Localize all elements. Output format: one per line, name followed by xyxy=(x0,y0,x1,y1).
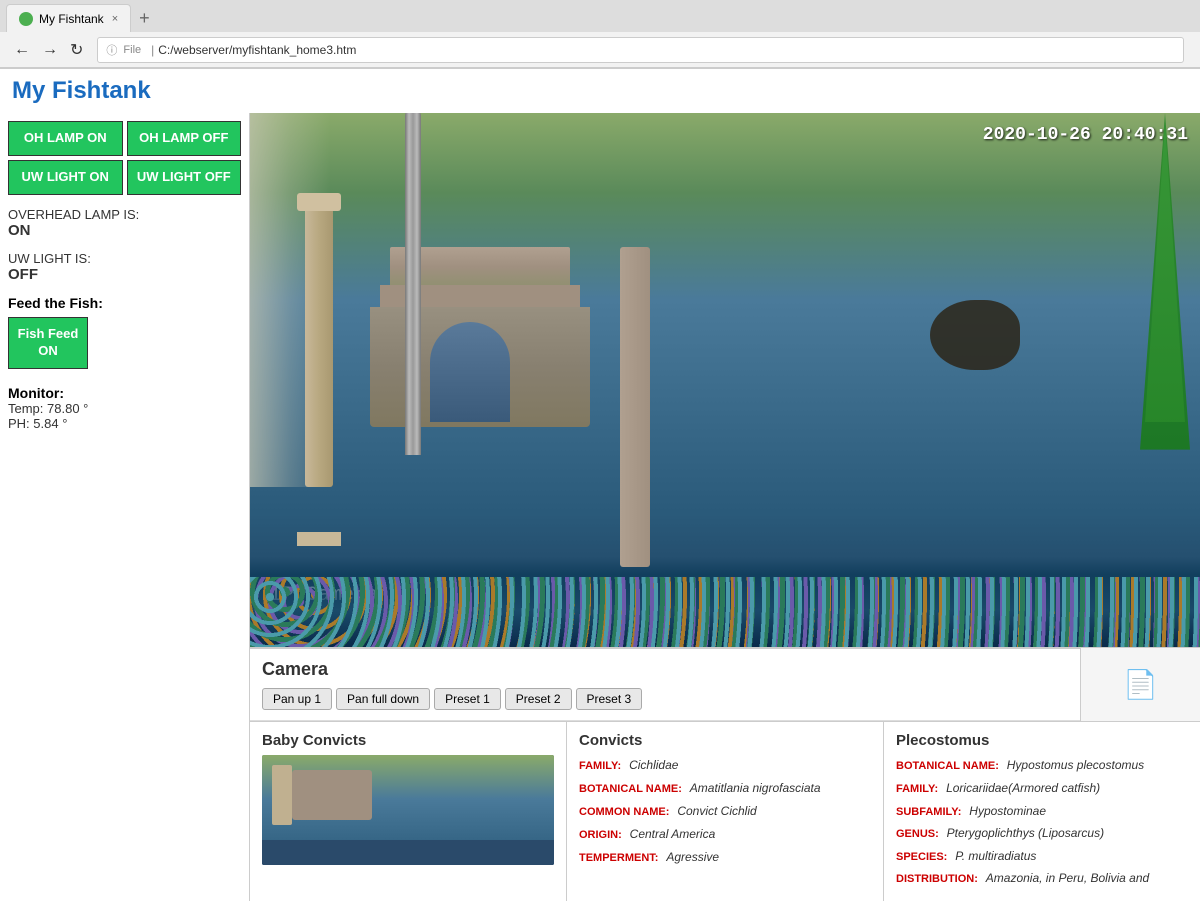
camera-controls: Camera Pan up 1 Pan full down Preset 1 P… xyxy=(250,648,1080,721)
pleco-family-label: FAMILY: xyxy=(896,783,938,795)
convicts-family-value: Cichlidae xyxy=(629,758,678,772)
convicts-title: Convicts xyxy=(579,732,871,749)
tab-title: My Fishtank xyxy=(39,12,104,26)
pleco-subfamily-row: SUBFAMILY: Hypostominae xyxy=(896,801,1188,821)
pleco-distribution-label: DISTRIBUTION: xyxy=(896,873,978,885)
tab-bar: My Fishtank × + xyxy=(0,0,1200,32)
convicts-common-value: Convict Cichlid xyxy=(677,804,756,818)
convicts-origin-row: ORIGIN: Central America xyxy=(579,824,871,844)
aquarium-display xyxy=(250,113,1200,647)
pan-up-button[interactable]: Pan up 1 xyxy=(262,688,332,710)
camera-section-title: Camera xyxy=(262,659,1068,680)
file-label: File xyxy=(123,44,141,56)
convicts-origin-value: Central America xyxy=(630,827,716,841)
active-tab[interactable]: My Fishtank × xyxy=(6,4,131,32)
baby-convicts-col: Baby Convicts xyxy=(250,722,567,901)
overhead-status: OVERHEAD LAMP IS: ON xyxy=(8,207,241,239)
pleco-species-value: P. multiradiatus xyxy=(955,849,1036,863)
sidebar: OH LAMP ON OH LAMP OFF UW LIGHT ON UW LI… xyxy=(0,113,250,901)
ph-value: PH: 5.84 ° xyxy=(8,416,241,431)
new-tab-button[interactable]: + xyxy=(131,4,158,33)
pleco-distribution-value: Amazonia, in Peru, Bolivia and xyxy=(986,871,1149,885)
page-container: My Fishtank OH LAMP ON OH LAMP OFF UW LI… xyxy=(0,69,1200,901)
pleco-botanical-value: Hypostomus plecostomus xyxy=(1007,758,1144,772)
uw-status: UW LIGHT IS: OFF xyxy=(8,251,241,283)
bottom-section: Baby Convicts Convicts FAMILY: xyxy=(250,721,1200,901)
convicts-common-row: COMMON NAME: Convict Cichlid xyxy=(579,801,871,821)
overhead-value: ON xyxy=(8,222,241,239)
temp-value: Temp: 78.80 ° xyxy=(8,401,241,416)
feed-label: Feed the Fish: xyxy=(8,295,241,311)
content-area: 2020-10-26 20:40:31 IP Camera Camera Pan… xyxy=(250,113,1200,901)
convicts-family-row: FAMILY: Cichlidae xyxy=(579,755,871,775)
fish-feed-button[interactable]: Fish Feed ON xyxy=(8,317,88,369)
feed-section: Feed the Fish: Fish Feed ON xyxy=(8,295,241,369)
preset1-button[interactable]: Preset 1 xyxy=(434,688,501,710)
pleco-genus-label: GENUS: xyxy=(896,828,939,840)
camera-feed: 2020-10-26 20:40:31 IP Camera xyxy=(250,113,1200,647)
pleco-botanical-label: BOTANICAL NAME: xyxy=(896,760,999,772)
right-panel-icon: 📄 xyxy=(1081,648,1200,721)
uw-value: OFF xyxy=(8,266,241,283)
nav-bar: ← → ↻ ⓘ File | C:/webserver/myfishtank_h… xyxy=(0,32,1200,68)
browser-chrome: My Fishtank × + ← → ↻ ⓘ File | C:/webser… xyxy=(0,0,1200,69)
address-text: C:/webserver/myfishtank_home3.htm xyxy=(158,43,356,57)
forward-button[interactable]: → xyxy=(36,39,64,61)
uw-light-on-button[interactable]: UW LIGHT ON xyxy=(8,160,123,195)
pleco-distribution-row: DISTRIBUTION: Amazonia, in Peru, Bolivia… xyxy=(896,868,1188,888)
convicts-family-label: FAMILY: xyxy=(579,760,621,772)
convicts-botanical-label: BOTANICAL NAME: xyxy=(579,783,682,795)
convicts-temperment-label: TEMPERMENT: xyxy=(579,852,658,864)
pleco-genus-value: Pterygoplichthys (Liposarcus) xyxy=(947,826,1104,840)
pleco-family-row: FAMILY: Loricariidae(Armored catfish) xyxy=(896,778,1188,798)
oh-lamp-off-button[interactable]: OH LAMP OFF xyxy=(127,121,242,156)
plecostomus-col: Plecostomus BOTANICAL NAME: Hypostomus p… xyxy=(884,722,1200,901)
plecostomus-title: Plecostomus xyxy=(896,732,1188,749)
overhead-label: OVERHEAD LAMP IS: xyxy=(8,207,241,222)
convicts-common-label: COMMON NAME: xyxy=(579,806,669,818)
preset2-button[interactable]: Preset 2 xyxy=(505,688,572,710)
pleco-subfamily-value: Hypostominae xyxy=(969,804,1046,818)
baby-convicts-title: Baby Convicts xyxy=(262,732,554,749)
preset3-button[interactable]: Preset 3 xyxy=(576,688,643,710)
main-layout: OH LAMP ON OH LAMP OFF UW LIGHT ON UW LI… xyxy=(0,113,1200,901)
monitor-label: Monitor: xyxy=(8,385,241,401)
tab-favicon xyxy=(19,12,33,26)
oh-lamp-controls: OH LAMP ON OH LAMP OFF UW LIGHT ON UW LI… xyxy=(8,121,241,195)
document-icon: 📄 xyxy=(1123,668,1158,701)
pleco-species-label: SPECIES: xyxy=(896,851,947,863)
uw-light-off-button[interactable]: UW LIGHT OFF xyxy=(127,160,242,195)
refresh-button[interactable]: ↻ xyxy=(64,38,89,62)
pleco-family-value: Loricariidae(Armored catfish) xyxy=(946,781,1100,795)
camera-controls-row: Camera Pan up 1 Pan full down Preset 1 P… xyxy=(250,647,1200,721)
baby-convicts-image xyxy=(262,755,554,865)
oh-lamp-on-button[interactable]: OH LAMP ON xyxy=(8,121,123,156)
back-button[interactable]: ← xyxy=(8,39,36,61)
convicts-botanical-value: Amatitlania nigrofasciata xyxy=(690,781,821,795)
pleco-species-row: SPECIES: P. multiradiatus xyxy=(896,846,1188,866)
convicts-origin-label: ORIGIN: xyxy=(579,829,622,841)
convicts-temperment-value: Agressive xyxy=(666,850,719,864)
camera-button-row: Pan up 1 Pan full down Preset 1 Preset 2… xyxy=(262,688,1068,710)
convicts-col: Convicts FAMILY: Cichlidae BOTANICAL NAM… xyxy=(567,722,884,901)
uw-label: UW LIGHT IS: xyxy=(8,251,241,266)
pan-full-down-button[interactable]: Pan full down xyxy=(336,688,430,710)
tab-close-button[interactable]: × xyxy=(112,13,118,25)
right-panel: 📄 xyxy=(1080,648,1200,721)
pleco-subfamily-label: SUBFAMILY: xyxy=(896,806,961,818)
info-icon: ⓘ xyxy=(106,42,117,58)
convicts-temperment-row: TEMPERMENT: Agressive xyxy=(579,847,871,867)
page-title: My Fishtank xyxy=(0,69,1200,113)
pleco-botanical-row: BOTANICAL NAME: Hypostomus plecostomus xyxy=(896,755,1188,775)
address-bar[interactable]: ⓘ File | C:/webserver/myfishtank_home3.h… xyxy=(97,37,1184,63)
monitor-section: Monitor: Temp: 78.80 ° PH: 5.84 ° xyxy=(8,385,241,431)
convicts-botanical-row: BOTANICAL NAME: Amatitlania nigrofasciat… xyxy=(579,778,871,798)
pleco-genus-row: GENUS: Pterygoplichthys (Liposarcus) xyxy=(896,823,1188,843)
